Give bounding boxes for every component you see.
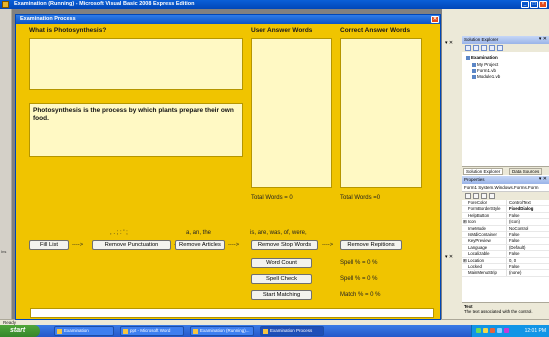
- remove-punctuation-button[interactable]: Remove Punctuation: [92, 240, 171, 250]
- answer-box[interactable]: Photosynthesis is the process by which p…: [29, 103, 243, 157]
- vs-title-bar: Examination (Running) - Microsoft Visual…: [0, 0, 549, 9]
- view-designer-icon[interactable]: [497, 45, 503, 51]
- form-icon: [472, 68, 476, 73]
- properties-close-icon[interactable]: ▾ ✕: [539, 176, 547, 182]
- task-examination-process[interactable]: Examination Process: [260, 326, 324, 336]
- right-panels: Solution Explorer ▾ ✕ Examination My Proj…: [462, 36, 549, 319]
- project-icon: [466, 55, 470, 60]
- folder-icon: [57, 329, 62, 334]
- spell-percent-label: Spell % = 0 %: [340, 260, 378, 266]
- taskbar: start Examination ppt - Microsoft Word E…: [0, 325, 549, 337]
- maximize-button[interactable]: □: [530, 1, 538, 8]
- stop-words-hint: is, are, was, of, were,: [250, 230, 307, 236]
- show-all-files-icon[interactable]: [473, 45, 479, 51]
- start-button[interactable]: start: [0, 325, 40, 337]
- tree-module1[interactable]: Module1.vb: [472, 74, 500, 79]
- match-percent-label: Match % = 0 %: [340, 292, 381, 298]
- prop-row[interactable]: MainMenuStrip (none): [462, 270, 549, 277]
- properties-description: Text The text associated with the contro…: [462, 302, 549, 319]
- app-icon: [2, 1, 9, 8]
- solution-explorer-header: Solution Explorer ▾ ✕: [462, 36, 549, 44]
- tray-icon[interactable]: [476, 328, 481, 333]
- properties-toolbar: [462, 192, 549, 200]
- user-words-list[interactable]: [251, 38, 332, 188]
- user-words-label: User Answer Words: [251, 27, 313, 34]
- properties-view-icon[interactable]: [481, 193, 487, 199]
- solution-toolbar: [462, 44, 549, 52]
- remove-repetitions-button[interactable]: Remove Repitions: [340, 240, 402, 250]
- minimize-button[interactable]: _: [521, 1, 529, 8]
- vs-title: Examination (Running) - Microsoft Visual…: [14, 1, 195, 7]
- spell-check-button[interactable]: Spell Check: [251, 274, 312, 284]
- task-examination[interactable]: Examination: [54, 326, 114, 336]
- panel-close-icon[interactable]: ▾ ✕: [539, 36, 547, 42]
- remove-stop-words-button[interactable]: Remove Stop Words: [251, 240, 318, 250]
- task-vs[interactable]: Examination (Running)...: [190, 326, 254, 336]
- dock-strip: ▾ ✕ ▾ ✕: [442, 36, 462, 319]
- module-icon: [472, 74, 476, 79]
- properties-grid: ForeColor ControlText FormBorderStyle Fixe…: [462, 200, 549, 277]
- tree-my-project[interactable]: My Project: [472, 62, 498, 67]
- examination-form: Examination Process ✕ What is Photosynth…: [15, 14, 441, 320]
- spell-percent-label-2: Spell % = 0 %: [340, 276, 378, 282]
- flow-arrow: ---->: [322, 242, 334, 248]
- correct-words-list[interactable]: [340, 38, 422, 188]
- remove-articles-button[interactable]: Remove Articles: [175, 240, 225, 250]
- properties-icon[interactable]: [465, 45, 471, 51]
- correct-total-label: Total Words =0: [340, 195, 381, 201]
- form-title-bar: Examination Process ✕: [16, 15, 440, 24]
- flow-arrow: ---->: [72, 242, 84, 248]
- folder-icon: [472, 62, 476, 67]
- events-icon[interactable]: [489, 193, 495, 199]
- alphabetical-icon[interactable]: [473, 193, 479, 199]
- user-total-label: Total Words = 0: [251, 195, 293, 201]
- clock[interactable]: 12:01 PM: [525, 328, 546, 334]
- word-count-button[interactable]: Word Count: [251, 258, 312, 268]
- toolbox-strip[interactable]: Ins: [0, 9, 12, 320]
- pin-icon-2[interactable]: ▾ ✕: [445, 254, 453, 260]
- task-word[interactable]: ppt - Microsoft Word: [120, 326, 184, 336]
- refresh-icon[interactable]: [481, 45, 487, 51]
- punctuation-hint: , . ; : ' ;: [110, 230, 128, 236]
- tray-icon[interactable]: [483, 328, 488, 333]
- answer-text: Photosynthesis is the process by which p…: [33, 107, 234, 122]
- start-matching-button[interactable]: Start Matching: [251, 290, 312, 300]
- question-input[interactable]: [29, 38, 243, 90]
- flow-arrow: ---->: [228, 242, 240, 248]
- system-tray: 12:01 PM: [471, 325, 549, 337]
- properties-object-selector[interactable]: Form1 System.Windows.Forms.Form: [462, 184, 549, 192]
- tray-icon[interactable]: [504, 328, 509, 333]
- tab-solution-explorer[interactable]: Solution Explorer: [463, 168, 504, 175]
- tray-icon[interactable]: [497, 328, 502, 333]
- tray-icon[interactable]: [490, 328, 495, 333]
- view-code-icon[interactable]: [489, 45, 495, 51]
- tree-form1[interactable]: Form1.vb: [472, 68, 496, 73]
- pin-icon[interactable]: ▾ ✕: [445, 40, 453, 46]
- articles-hint: a, an, the: [186, 230, 212, 236]
- properties-header: Properties ▾ ✕: [462, 176, 549, 184]
- form-close-button[interactable]: ✕: [431, 16, 439, 23]
- status-strip: [30, 308, 434, 318]
- word-icon: [123, 329, 128, 334]
- correct-words-label: Correct Answer Words: [340, 27, 411, 34]
- vs-icon: [193, 329, 198, 334]
- fill-list-button[interactable]: Fill List: [29, 240, 69, 250]
- tree-project[interactable]: Examination: [466, 55, 498, 60]
- close-button[interactable]: ×: [539, 1, 547, 8]
- question-label: What is Photosynthesis?: [29, 27, 107, 34]
- categorized-icon[interactable]: [465, 193, 471, 199]
- tab-data-sources[interactable]: Data Sources: [509, 168, 543, 175]
- explorer-tabs: Solution Explorer Data Sources: [462, 166, 549, 175]
- window-icon: [263, 329, 268, 334]
